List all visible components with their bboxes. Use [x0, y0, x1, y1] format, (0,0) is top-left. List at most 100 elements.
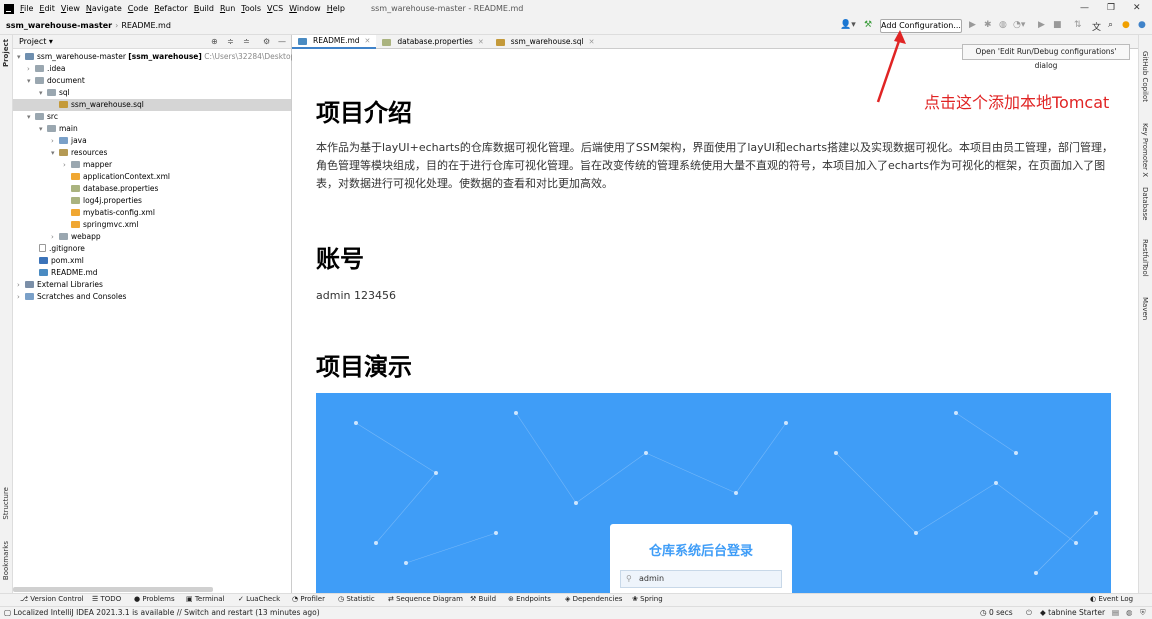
markdown-preview[interactable]: 项目介绍 本作品为基于layUI+echarts的仓库数据可视化管理。后端使用了…	[292, 49, 1138, 593]
sql-file-icon	[495, 38, 505, 46]
endpoints-tab[interactable]: ⊛ Endpoints	[508, 595, 551, 603]
close-tab-icon[interactable]: ✕	[589, 35, 595, 49]
search-icon[interactable]: ⌕	[1108, 20, 1113, 30]
login-card: 仓库系统后台登录 ⚲ admin	[610, 524, 792, 593]
tree-item-external-libraries[interactable]: › External Libraries	[17, 279, 103, 291]
tab-readme-md[interactable]: README.md ✕	[292, 34, 377, 49]
restfultool-tool-tab[interactable]: RestfulTool	[1141, 239, 1149, 277]
close-tab-icon[interactable]: ✕	[478, 35, 484, 49]
github-copilot-tool-tab[interactable]: GitHub Copilot	[1141, 51, 1149, 102]
tree-item-applicationcontext-xml[interactable]: applicationContext.xml	[71, 171, 170, 183]
structure-tool-tab[interactable]: Structure	[2, 487, 10, 520]
version-control-tab[interactable]: ⎇ Version Control	[20, 595, 84, 603]
locate-icon[interactable]: ⊕	[211, 37, 218, 46]
tree-item-database-properties[interactable]: database.properties	[71, 183, 158, 195]
tree-item-resources[interactable]: ▾ resources	[51, 147, 107, 159]
breadcrumb-file[interactable]: README.md	[121, 21, 171, 30]
tree-item-log4j-properties[interactable]: log4j.properties	[71, 195, 142, 207]
collapse-all-icon[interactable]: ≐	[243, 37, 250, 46]
power-save-icon[interactable]: ⏻	[1026, 608, 1032, 618]
menu-run[interactable]: Run	[220, 4, 235, 13]
menu-build[interactable]: Build	[194, 4, 214, 13]
update-icon[interactable]: ●	[1122, 20, 1130, 30]
dependencies-tab[interactable]: ◈ Dependencies	[565, 595, 622, 603]
terminal-tab[interactable]: ▣ Terminal	[186, 595, 224, 603]
tab-ssm-warehouse-sql[interactable]: ssm_warehouse.sql ✕	[490, 35, 601, 49]
bookmarks-tool-tab[interactable]: Bookmarks	[2, 541, 10, 580]
debug-icon[interactable]: ✱	[984, 20, 992, 30]
tree-item-project-root[interactable]: ▾ ssm_warehouse-master [ssm_warehouse] C:…	[17, 51, 313, 63]
luacheck-tab[interactable]: ✓ LuaCheck	[238, 595, 280, 603]
tree-item-mapper[interactable]: › mapper	[63, 159, 112, 171]
tree-item-readme-md[interactable]: README.md	[39, 267, 98, 279]
tree-item-java[interactable]: › java	[51, 135, 87, 147]
project-view-selector[interactable]: Project ▾	[19, 37, 53, 46]
tree-item-ssm-warehouse-sql[interactable]: ssm_warehouse.sql	[13, 99, 291, 111]
tab-database-properties[interactable]: database.properties ✕	[376, 35, 489, 49]
tree-item-sql-folder[interactable]: ▾ sql	[39, 87, 70, 99]
notifications-icon[interactable]: ◍	[1126, 608, 1133, 617]
run-icon[interactable]: ▶	[969, 20, 976, 30]
login-title: 仓库系统后台登录	[648, 544, 753, 559]
problems-tab[interactable]: ● Problems	[134, 595, 175, 603]
tree-item-src[interactable]: ▾ src	[27, 111, 58, 123]
minimize-icon[interactable]: —	[1080, 3, 1089, 13]
hide-panel-icon[interactable]: —	[278, 37, 286, 46]
tree-item-document[interactable]: ▾ document	[27, 75, 85, 87]
coverage-icon[interactable]: ◍	[999, 20, 1007, 30]
stop-icon[interactable]: ■	[1053, 20, 1062, 30]
plugin-icon[interactable]: ●	[1138, 20, 1146, 30]
menu-window[interactable]: Window	[289, 4, 321, 13]
menu-navigate[interactable]: Navigate	[86, 4, 122, 13]
database-tool-tab[interactable]: Database	[1141, 187, 1149, 220]
menu-refactor[interactable]: Refactor	[154, 4, 188, 13]
event-log-tab[interactable]: ◐ Event Log	[1090, 595, 1133, 603]
close-icon[interactable]: ✕	[1133, 3, 1141, 13]
spring-tab[interactable]: ❀ Spring	[632, 595, 663, 603]
folder-icon	[35, 65, 44, 72]
tabnine-status[interactable]: ◆ tabnine Starter	[1040, 608, 1105, 617]
todo-tab[interactable]: ☰ TODO	[92, 595, 121, 603]
sequence-diagram-tab[interactable]: ⇄ Sequence Diagram	[388, 595, 463, 603]
lock-icon[interactable]: ⛨	[1140, 608, 1146, 618]
tree-item-gitignore[interactable]: .gitignore	[39, 243, 85, 255]
user-icon[interactable]: 👤▾	[840, 20, 856, 30]
memory-indicator-icon[interactable]: ▤	[1112, 608, 1119, 617]
menu-tools[interactable]: Tools	[241, 4, 261, 13]
tree-item-main[interactable]: ▾ main	[39, 123, 78, 135]
build-tab[interactable]: ⚒ Build	[470, 595, 496, 603]
key-promoter-tool-tab[interactable]: Key Promoter X	[1141, 123, 1149, 177]
tree-item-webapp[interactable]: › webapp	[51, 231, 101, 243]
bottom-tool-bar: ⎇ Version Control ☰ TODO ● Problems ▣ Te…	[0, 593, 1152, 606]
vcs-icon[interactable]: ⇅	[1074, 20, 1082, 30]
menu-code[interactable]: Code	[128, 4, 149, 13]
run-step-icon[interactable]: ▶	[1038, 20, 1045, 30]
maven-tool-tab[interactable]: Maven	[1141, 297, 1149, 320]
menu-view[interactable]: View	[61, 4, 80, 13]
project-horizontal-scrollbar[interactable]	[13, 587, 213, 592]
restore-icon[interactable]: ❐	[1107, 3, 1115, 13]
profile-icon[interactable]: ◔▾	[1013, 20, 1025, 30]
settings-gear-icon[interactable]: ⚙	[263, 37, 270, 46]
close-tab-icon[interactable]: ✕	[365, 34, 371, 48]
tree-item-mybatis-config-xml[interactable]: mybatis-config.xml	[71, 207, 155, 219]
statistic-tab[interactable]: ◷ Statistic	[338, 595, 375, 603]
tree-item-springmvc-xml[interactable]: springmvc.xml	[71, 219, 138, 231]
tree-item-scratches[interactable]: › Scratches and Consoles	[17, 291, 126, 303]
tree-item-pom-xml[interactable]: pom.xml	[39, 255, 84, 267]
status-message[interactable]: ▢ Localized IntelliJ IDEA 2021.3.1 is av…	[4, 608, 320, 617]
profiler-tab[interactable]: ◔ Profiler	[292, 595, 325, 603]
module-folder-icon	[25, 53, 34, 60]
menu-edit[interactable]: Edit	[39, 4, 55, 13]
menu-file[interactable]: File	[20, 4, 33, 13]
annotation-arrow-icon	[876, 30, 906, 103]
user-icon: ⚲	[626, 574, 632, 583]
timer-widget[interactable]: ◷ 0 secs	[980, 608, 1013, 617]
project-tool-tab[interactable]: Project	[2, 39, 10, 67]
menu-help[interactable]: Help	[327, 4, 345, 13]
translate-icon[interactable]: 文	[1092, 20, 1101, 33]
breadcrumb-project[interactable]: ssm_warehouse-master	[6, 21, 112, 30]
menu-vcs[interactable]: VCS	[267, 4, 283, 13]
expand-all-icon[interactable]: ≑	[227, 37, 234, 46]
tree-item-idea[interactable]: › .idea	[27, 63, 65, 75]
